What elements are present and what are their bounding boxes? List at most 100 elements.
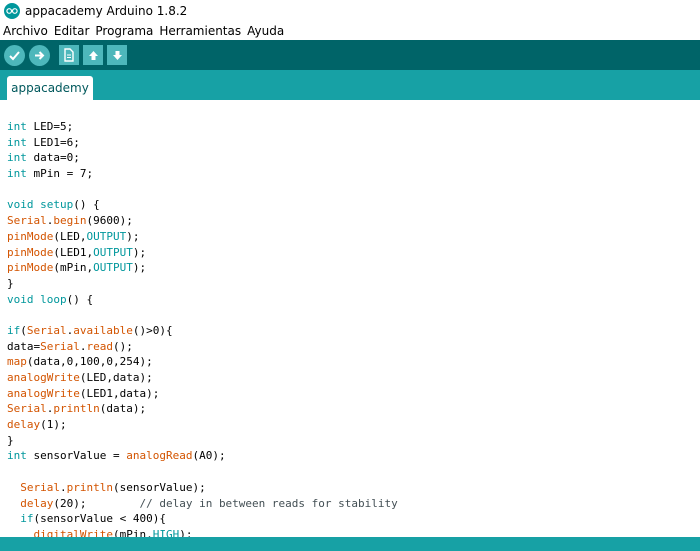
menu-archivo[interactable]: Archivo	[3, 24, 48, 38]
code-token: ();	[113, 339, 133, 353]
tab-appacademy[interactable]: appacademy	[7, 76, 93, 100]
code-token: loop	[40, 292, 67, 306]
code-line[interactable]: Serial.println(data);	[7, 401, 398, 417]
window-title: appacademy Arduino 1.8.2	[25, 4, 188, 18]
code-token: HIGH	[152, 527, 180, 537]
code-token: map	[7, 355, 27, 369]
code-token: int	[7, 167, 27, 181]
code-line[interactable]: delay(20); // delay in between reads for…	[7, 496, 398, 512]
code-token: (mPin,	[53, 261, 94, 275]
code-token: .	[60, 480, 67, 494]
code-line[interactable]: int sensorValue = analogRead(A0);	[7, 448, 398, 464]
code-token: OUTPUT	[93, 245, 133, 259]
code-token: (9600);	[86, 214, 133, 228]
code-line[interactable]: if(Serial.available()>0){	[7, 323, 398, 339]
code-token: () {	[73, 198, 100, 212]
code-line[interactable]	[7, 307, 398, 323]
menu-editar[interactable]: Editar	[54, 24, 90, 38]
code-token: available	[73, 323, 133, 337]
code-token: (A0);	[192, 449, 226, 463]
code-line[interactable]: digitalWrite(mPin,HIGH);	[7, 527, 398, 537]
code-token: (data,0,100,0,254);	[26, 355, 153, 369]
new-icon[interactable]	[59, 45, 79, 65]
menu-bar: Archivo Editar Programa Herramientas Ayu…	[0, 22, 700, 40]
code-token: delay	[20, 496, 54, 510]
code-token: Serial	[7, 214, 47, 228]
code-token: (sensorValue < 400){	[33, 512, 166, 526]
code-line[interactable]: void setup() {	[7, 197, 398, 213]
code-line[interactable]: int LED=5;	[7, 119, 398, 135]
code-token: );	[132, 245, 147, 259]
code-line[interactable]: int LED1=6;	[7, 135, 398, 151]
code-line[interactable]: Serial.println(sensorValue);	[7, 480, 398, 496]
verify-icon[interactable]	[4, 44, 25, 66]
code-line[interactable]: pinMode(LED,OUTPUT);	[7, 229, 398, 245]
code-token: () {	[66, 292, 94, 306]
tab-label: appacademy	[11, 81, 89, 95]
code-token: (	[20, 323, 27, 337]
code-line[interactable]: int mPin = 7;	[7, 166, 398, 182]
code-line[interactable]: pinMode(mPin,OUTPUT);	[7, 260, 398, 276]
code-token: (sensorValue);	[112, 480, 206, 494]
code-line[interactable]: int data=0;	[7, 150, 398, 166]
code-token: }	[7, 433, 14, 447]
code-token: LED1=6;	[26, 135, 80, 149]
code-token: int	[7, 449, 27, 463]
code-token: (LED,data);	[79, 371, 153, 384]
code-line[interactable]: if(sensorValue < 400){	[7, 511, 398, 527]
code-line[interactable]: analogWrite(LED1,data);	[7, 386, 398, 402]
code-token: (1);	[40, 418, 67, 432]
code-token: );	[179, 527, 193, 537]
code-token: Serial	[40, 339, 80, 353]
code-token: read	[86, 339, 114, 353]
menu-programa[interactable]: Programa	[95, 24, 153, 38]
code-line[interactable]: data=Serial.read();	[7, 339, 398, 355]
code-line[interactable]: }	[7, 276, 398, 292]
code-token: mPin = 7;	[26, 167, 94, 181]
menu-herramientas[interactable]: Herramientas	[159, 24, 241, 38]
code-token: }	[7, 276, 14, 290]
code-editor[interactable]: int LED=5; int LED1=6; int data=0; int mPin…	[0, 100, 700, 537]
code-token: int	[7, 120, 27, 133]
code-token: Serial	[20, 480, 60, 494]
code-token: void	[7, 198, 34, 212]
code-text[interactable]: int LED=5; int LED1=6; int data=0; int mPin…	[7, 119, 398, 537]
code-token: data=0;	[26, 151, 80, 165]
code-token: if	[20, 512, 34, 526]
code-token: LED=5;	[26, 120, 74, 133]
code-line[interactable]	[7, 182, 398, 198]
arduino-logo-icon	[4, 3, 20, 19]
code-line[interactable]: delay(1);	[7, 417, 398, 433]
code-token: pinMode	[7, 261, 54, 275]
code-line[interactable]: map(data,0,100,0,254);	[7, 354, 398, 370]
code-line[interactable]: Serial.begin(9600);	[7, 213, 398, 229]
code-token: pinMode	[7, 245, 54, 259]
upload-icon[interactable]	[29, 44, 50, 66]
code-token: data=	[7, 339, 41, 353]
code-token: );	[126, 229, 140, 243]
code-token: analogWrite	[7, 386, 80, 400]
code-token: Serial	[7, 402, 47, 416]
toolbar	[0, 40, 700, 70]
code-token: analogRead	[126, 449, 193, 463]
open-icon[interactable]	[83, 45, 103, 65]
code-line[interactable]	[7, 464, 398, 480]
code-line[interactable]: void loop() {	[7, 292, 398, 308]
code-line[interactable]: pinMode(LED1,OUTPUT);	[7, 245, 398, 261]
code-token: (data);	[99, 402, 147, 416]
code-token: digitalWrite	[33, 527, 113, 537]
menu-ayuda[interactable]: Ayuda	[247, 24, 284, 38]
code-token: OUTPUT	[93, 261, 133, 275]
code-line[interactable]: }	[7, 433, 398, 449]
code-token: // delay in between reads for stability	[139, 496, 398, 510]
title-bar: appacademy Arduino 1.8.2	[0, 0, 700, 22]
code-token: (LED,	[53, 229, 87, 243]
code-line[interactable]: analogWrite(LED,data);	[7, 370, 398, 386]
save-icon[interactable]	[107, 45, 127, 65]
code-token: delay	[7, 418, 41, 432]
code-token: int	[7, 151, 27, 165]
